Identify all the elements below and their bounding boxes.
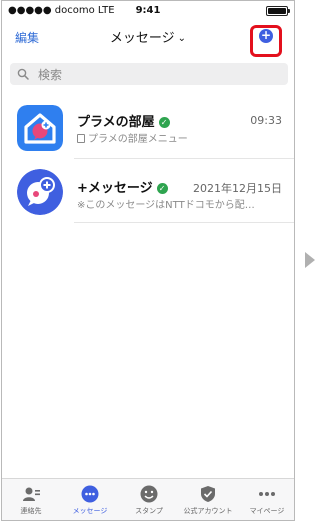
- official-account-icon: [201, 486, 215, 502]
- clock: 9:41: [135, 5, 161, 16]
- chat-time: 09:33: [250, 114, 282, 127]
- chat-row-plame-room[interactable]: プラメの部屋 ✓ 09:33 プラメの部屋メニュー: [2, 97, 294, 159]
- search-bar[interactable]: 検索: [10, 63, 288, 85]
- tab-stickers[interactable]: スタンプ: [120, 479, 178, 520]
- more-icon: [259, 492, 275, 496]
- search-icon: [17, 68, 29, 80]
- verified-check-icon: ✓: [158, 117, 170, 128]
- tab-mypage[interactable]: マイページ: [238, 479, 294, 520]
- plus-message-avatar-icon: [17, 169, 63, 215]
- tab-label: マイページ: [249, 507, 285, 515]
- battery-icon: [266, 6, 290, 16]
- message-icon: [81, 485, 99, 503]
- chat-row-plus-message[interactable]: +メッセージ ✓ 2021年12月15日 ※このメッセージはNTTドコモから配…: [2, 161, 294, 223]
- tab-bar: 連絡先 メッセージ スタンプ 公式アカウント マイページ: [2, 478, 294, 520]
- contacts-icon: [23, 487, 40, 501]
- chat-preview: プラメの部屋メニュー: [77, 130, 188, 145]
- verified-check-icon: ✓: [156, 183, 168, 194]
- tab-label: 公式アカウント: [183, 507, 233, 515]
- chevron-down-icon: ⌄: [177, 33, 187, 44]
- chat-time: 2021年12月15日: [193, 182, 282, 195]
- phone-screen: ●●●●● docomo LTE 9:41 編集 メッセージ ⌄ + 検索 プラメ…: [1, 0, 295, 521]
- tab-label: スタンプ: [135, 507, 163, 515]
- status-bar: ●●●●● docomo LTE 9:41: [2, 1, 294, 21]
- tab-label: 連絡先: [20, 507, 42, 515]
- nav-bar: 編集 メッセージ ⌄ +: [2, 21, 294, 57]
- nav-title: メッセージ: [109, 31, 175, 46]
- tab-official-accounts[interactable]: 公式アカウント: [179, 479, 237, 520]
- tab-label: メッセージ: [72, 507, 108, 515]
- row-divider: [74, 222, 294, 223]
- sticker-icon: [140, 485, 158, 503]
- chat-name: +メッセージ ✓: [77, 177, 168, 196]
- search-input[interactable]: 検索: [38, 66, 62, 83]
- row-divider: [74, 158, 294, 159]
- tab-contacts[interactable]: 連絡先: [2, 479, 60, 520]
- menu-icon: [77, 134, 85, 143]
- chat-preview: ※このメッセージはNTTドコモから配…: [77, 200, 255, 211]
- chat-name: プラメの部屋 ✓: [77, 111, 170, 130]
- next-arrow-icon: [305, 252, 315, 268]
- plus-circle-icon[interactable]: +: [259, 29, 273, 43]
- tab-messages[interactable]: メッセージ: [61, 479, 119, 520]
- plame-room-avatar-icon: [17, 105, 63, 151]
